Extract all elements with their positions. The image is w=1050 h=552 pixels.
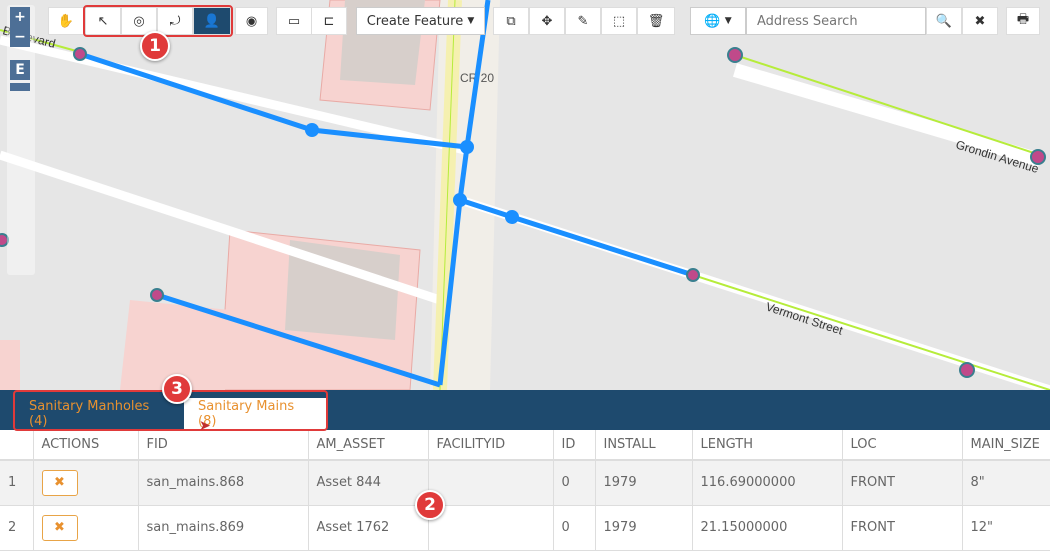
cell-install: 1979 bbox=[595, 460, 693, 506]
row-index: 2 bbox=[0, 505, 34, 551]
create-feature-dropdown[interactable]: Create Feature ▼ bbox=[356, 7, 485, 35]
col-length[interactable]: LENGTH bbox=[692, 430, 843, 461]
cell-length: 21.15000000 bbox=[692, 505, 843, 551]
search-button[interactable]: 🔍 bbox=[926, 7, 962, 35]
pan-button[interactable]: ✋ bbox=[48, 7, 84, 35]
edit-button[interactable]: ✎ bbox=[565, 7, 601, 35]
table-row[interactable]: 2 ✖ san_mains.869 Asset 1762 0 1979 21.1… bbox=[0, 505, 1050, 551]
create-feature-label: Create Feature bbox=[366, 13, 464, 29]
col-fid[interactable]: FID bbox=[138, 430, 309, 461]
cell-id: 0 bbox=[553, 505, 596, 551]
cursor-icon: ➤ bbox=[199, 418, 211, 434]
reshape-button[interactable]: ⬚ bbox=[601, 7, 637, 35]
cell-am-asset: Asset 1762 bbox=[308, 505, 429, 551]
cell-am-asset: Asset 844 bbox=[308, 460, 429, 506]
copy-button[interactable]: ⧉ bbox=[493, 7, 529, 35]
col-am-asset[interactable]: AM_ASSET bbox=[308, 430, 429, 461]
measure-button[interactable]: ▭ bbox=[276, 7, 312, 35]
cell-id: 0 bbox=[553, 460, 596, 506]
cell-main-size: 8" bbox=[962, 460, 1050, 506]
target-button[interactable]: ◉ bbox=[235, 7, 268, 35]
zoom-in-button[interactable]: + bbox=[10, 7, 30, 27]
globe-icon: 🌐 bbox=[704, 13, 721, 29]
print-button[interactable]: 🖶 bbox=[1006, 7, 1040, 35]
col-main-size[interactable]: MAIN_SIZE bbox=[962, 430, 1050, 461]
measure-area-button[interactable]: ⊏ bbox=[311, 7, 347, 35]
col-actions[interactable]: ACTIONS bbox=[33, 430, 139, 461]
cell-main-size: 12" bbox=[962, 505, 1050, 551]
extent-button[interactable]: E bbox=[10, 60, 30, 80]
zoom-out-button[interactable]: − bbox=[10, 27, 30, 47]
address-search-input[interactable] bbox=[746, 7, 926, 35]
col-id[interactable]: ID bbox=[553, 430, 596, 461]
cell-length: 116.69000000 bbox=[692, 460, 843, 506]
callout-3: 3 bbox=[162, 374, 192, 404]
caret-down-icon: ▼ bbox=[467, 16, 475, 26]
basemap-dropdown[interactable]: 🌐 ▼ bbox=[690, 7, 746, 35]
col-facilityid[interactable]: FACILITYID bbox=[428, 430, 554, 461]
cell-fid: san_mains.868 bbox=[138, 460, 309, 506]
remove-button[interactable]: ✖ bbox=[41, 469, 78, 496]
table-row[interactable]: 1 ✖ san_mains.868 Asset 844 0 1979 116.6… bbox=[0, 460, 1050, 506]
col-loc[interactable]: LOC bbox=[842, 430, 963, 461]
move-button[interactable]: ✥ bbox=[529, 7, 565, 35]
cell-loc: FRONT bbox=[842, 460, 963, 506]
cell-loc: FRONT bbox=[842, 505, 963, 551]
cell-facilityid bbox=[428, 505, 554, 551]
attribute-table: ACTIONS FID AM_ASSET FACILITYID ID INSTA… bbox=[0, 430, 1050, 551]
callout-1: 1 bbox=[140, 31, 170, 61]
col-index bbox=[0, 430, 34, 461]
remove-button[interactable]: ✖ bbox=[41, 514, 78, 541]
cell-facilityid bbox=[428, 460, 554, 506]
delete-button[interactable]: 🗑 bbox=[637, 7, 675, 35]
row-index: 1 bbox=[0, 460, 34, 506]
callout-2: 2 bbox=[415, 490, 445, 520]
clear-button[interactable]: ✖ bbox=[962, 7, 998, 35]
caret-down-icon: ▼ bbox=[724, 16, 732, 26]
cell-install: 1979 bbox=[595, 505, 693, 551]
col-install[interactable]: INSTALL bbox=[595, 430, 693, 461]
cell-fid: san_mains.869 bbox=[138, 505, 309, 551]
extent-slider[interactable] bbox=[10, 83, 30, 91]
